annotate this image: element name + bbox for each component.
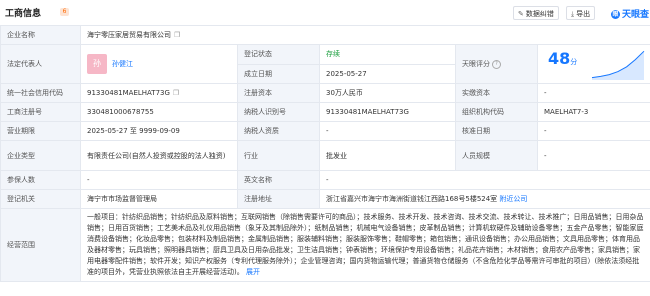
type-value: 有限责任公司(自然人投资或控股的法人独资) [80, 140, 238, 171]
taxpayer-qual-value: - [319, 121, 456, 141]
table-row: 企业名称 海宁零压家居贸易有限公司 ❐ [0, 25, 650, 45]
business-info-table: 企业名称 海宁零压家居贸易有限公司 ❐ 法定代表人 孙孙健江 登记状态 存续 天眼… [0, 25, 650, 282]
copy-icon[interactable]: ❐ [173, 89, 179, 97]
tax-id-value: 91330481MAELHAT73G [319, 102, 456, 122]
legal-rep-cell: 孙孙健江 [80, 44, 238, 84]
score-label: 天眼评分? [455, 44, 538, 84]
credit-code-label: 统一社会信用代码 [0, 83, 81, 103]
score-value: 48 [548, 49, 571, 68]
biz-reg-no-value: 330481000678755 [80, 102, 238, 122]
nearby-companies-link[interactable]: 附近公司 [499, 195, 527, 203]
help-icon[interactable]: ? [492, 59, 501, 69]
en-name-label: 英文名称 [237, 170, 320, 190]
expand-link[interactable]: 展开 [246, 268, 260, 276]
type-label: 企业类型 [0, 140, 81, 171]
legal-rep-label: 法定代表人 [0, 44, 81, 84]
table-row: 经营范围 一般项目：针纺织品销售；针纺织品及原料销售；互联网销售（除销售需要许可… [0, 208, 650, 282]
term-value: 2025-05-27 至 9999-09-09 [80, 121, 238, 141]
avatar: 孙 [87, 54, 107, 74]
score-sparkline [591, 50, 645, 80]
tianyancha-logo: 眼天眼查 [611, 10, 650, 20]
score-cell[interactable]: 48分 [536, 44, 650, 84]
org-code-label: 组织机构代码 [455, 102, 538, 122]
table-row: 工商注册号 330481000678755 纳税人识别号 91330481MAE… [0, 102, 650, 122]
download-icon: ⤓ [571, 10, 575, 18]
taxpayer-qual-label: 纳税人资质 [237, 121, 320, 141]
logo-mark-icon: 眼 [611, 10, 620, 19]
company-name: 海宁零压家居贸易有限公司 ❐ [79, 25, 650, 45]
score-unit: 分 [570, 58, 578, 66]
approval-date-value: - [536, 121, 650, 141]
tax-id-label: 纳税人识别号 [237, 102, 320, 122]
term-label: 营业期限 [0, 121, 81, 141]
copy-icon[interactable]: ❐ [174, 31, 180, 39]
company-name-label: 企业名称 [0, 25, 81, 45]
score-value-wrap: 48分 [548, 51, 578, 67]
table-row: 法定代表人 孙孙健江 登记状态 存续 天眼评分? 48分 [0, 44, 650, 84]
staff-value: - [536, 140, 650, 171]
section-header: 工商信息 6 ✎ 数据纠错 ⤓ 导出 眼天眼查 [0, 0, 650, 22]
approval-date-label: 核准日期 [455, 121, 538, 141]
est-date-label: 成立日期 [237, 63, 320, 84]
insured-label: 参保人数 [0, 170, 81, 190]
edit-icon: ✎ [518, 10, 524, 18]
reg-status-value: 存续 [319, 44, 456, 65]
table-row: 参保人数 - 英文名称 - [0, 170, 650, 190]
scope-value: 一般项目：针纺织品销售；针纺织品及原料销售；互联网销售（除销售需要许可的商品）；… [79, 208, 650, 282]
credit-code-value: 91330481MAELHAT73G ❐ [80, 83, 238, 103]
table-row: 营业期限 2025-05-27 至 9999-09-09 纳税人资质 - 核准日… [0, 121, 650, 141]
en-name-value: - [318, 170, 650, 190]
address-value: 浙江省嘉兴市海宁市海洲街道钱江西路168号5楼524室 附近公司 [318, 189, 650, 209]
est-date-value: 2025-05-27 [319, 63, 456, 84]
industry-label: 行业 [237, 140, 320, 171]
export-button[interactable]: ⤓ 导出 [566, 6, 596, 20]
authority-value: 海宁市市场监督管理局 [80, 189, 238, 209]
industry-value: 批发业 [319, 140, 456, 171]
biz-reg-no-label: 工商注册号 [0, 102, 81, 122]
sparkline-area [592, 51, 644, 80]
data-correction-button[interactable]: ✎ 数据纠错 [513, 6, 559, 20]
table-row: 登记机关 海宁市市场监督管理局 注册地址 浙江省嘉兴市海宁市海洲街道钱江西路16… [0, 189, 650, 209]
reg-status-label: 登记状态 [237, 44, 320, 65]
table-row: 统一社会信用代码 91330481MAELHAT73G ❐ 注册资本 30万人民币… [0, 83, 650, 103]
section-title: 工商信息 [5, 9, 42, 19]
insured-value: - [80, 170, 238, 190]
legal-rep-link[interactable]: 孙健江 [112, 60, 133, 68]
address-label: 注册地址 [237, 189, 320, 209]
count-badge: 6 [60, 8, 69, 16]
reg-capital-value: 30万人民币 [319, 83, 456, 103]
staff-label: 人员规模 [455, 140, 538, 171]
table-row: 企业类型 有限责任公司(自然人投资或控股的法人独资) 行业 批发业 人员规模 - [0, 140, 650, 171]
paid-capital-label: 实缴资本 [455, 83, 538, 103]
org-code-value: MAELHAT7-3 [536, 102, 650, 122]
reg-capital-label: 注册资本 [237, 83, 320, 103]
authority-label: 登记机关 [0, 189, 81, 209]
paid-capital-value: - [536, 83, 650, 103]
scope-label: 经营范围 [0, 208, 81, 282]
